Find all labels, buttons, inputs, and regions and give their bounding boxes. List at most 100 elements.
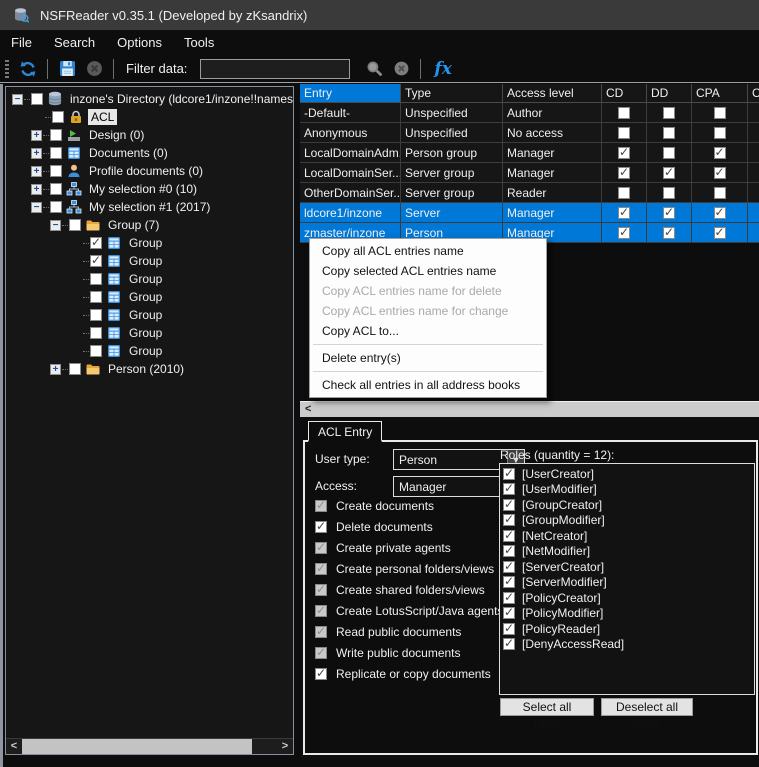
- tree-item-label[interactable]: Group: [126, 325, 165, 341]
- role-item[interactable]: [PolicyModifier]: [500, 606, 754, 622]
- tree-item-label[interactable]: My selection #1 (2017): [86, 199, 213, 215]
- select-all-roles-button[interactable]: Select all roles: [500, 698, 594, 716]
- role-item[interactable]: [DenyAccessRead]: [500, 637, 754, 653]
- dd-checkbox[interactable]: [663, 207, 675, 219]
- refresh-icon[interactable]: [17, 58, 39, 80]
- cpa-checkbox[interactable]: [714, 207, 726, 219]
- cpa-checkbox[interactable]: [714, 227, 726, 239]
- table-row[interactable]: ldcore1/inzoneServerManager: [300, 203, 759, 223]
- context-menu-item[interactable]: Check all entries in all address books: [311, 375, 545, 395]
- tree-item-label[interactable]: Group: [126, 343, 165, 359]
- dd-checkbox[interactable]: [663, 147, 675, 159]
- tree-item-label[interactable]: Group: [126, 289, 165, 305]
- tree-item[interactable]: −Group (7): [6, 216, 293, 234]
- role-item[interactable]: [UserModifier]: [500, 482, 754, 498]
- permission-item[interactable]: Replicate or copy documents: [315, 666, 491, 681]
- column-header[interactable]: Access level: [503, 84, 602, 102]
- column-header[interactable]: CPA: [692, 84, 748, 102]
- role-checkbox[interactable]: [503, 561, 515, 573]
- tree-item[interactable]: +My selection #0 (10): [6, 180, 293, 198]
- tree-item[interactable]: Group: [6, 306, 293, 324]
- tree-item-label[interactable]: Design (0): [86, 127, 147, 143]
- menu-item-search[interactable]: Search: [43, 31, 106, 54]
- menu-item-tools[interactable]: Tools: [173, 31, 225, 54]
- collapse-icon[interactable]: −: [12, 94, 23, 105]
- role-item[interactable]: [UserCreator]: [500, 466, 754, 482]
- table-horizontal-scrollbar[interactable]: <: [300, 401, 759, 417]
- filter-input[interactable]: [200, 59, 350, 79]
- cd-checkbox[interactable]: [618, 147, 630, 159]
- tree-checkbox[interactable]: [90, 273, 102, 285]
- dd-checkbox[interactable]: [663, 227, 675, 239]
- role-item[interactable]: [ServerModifier]: [500, 575, 754, 591]
- role-checkbox[interactable]: [503, 530, 515, 542]
- table-row[interactable]: LocalDomainSer...Server groupManager: [300, 163, 759, 183]
- tree-item-label[interactable]: Profile documents (0): [86, 163, 206, 179]
- cpa-checkbox[interactable]: [714, 187, 726, 199]
- role-checkbox[interactable]: [503, 607, 515, 619]
- dd-checkbox[interactable]: [663, 187, 675, 199]
- cd-checkbox[interactable]: [618, 107, 630, 119]
- role-item[interactable]: [GroupCreator]: [500, 497, 754, 513]
- tree-checkbox[interactable]: [69, 363, 81, 375]
- tree-item-label[interactable]: Group: [126, 307, 165, 323]
- dd-checkbox[interactable]: [663, 127, 675, 139]
- menu-item-file[interactable]: File: [0, 31, 43, 54]
- role-checkbox[interactable]: [503, 592, 515, 604]
- role-checkbox[interactable]: [503, 499, 515, 511]
- tree-item-label[interactable]: Group: [126, 235, 165, 251]
- tree-item-label[interactable]: Group: [126, 253, 165, 269]
- tree-item-label[interactable]: Group: [126, 271, 165, 287]
- cpa-checkbox[interactable]: [714, 147, 726, 159]
- tree-item[interactable]: ACL: [6, 108, 293, 126]
- tree-checkbox[interactable]: [31, 93, 43, 105]
- role-checkbox[interactable]: [503, 638, 515, 650]
- role-checkbox[interactable]: [503, 623, 515, 635]
- role-checkbox[interactable]: [503, 514, 515, 526]
- scrollbar-track[interactable]: [252, 739, 277, 754]
- cpa-checkbox[interactable]: [714, 107, 726, 119]
- tree-item[interactable]: +Person (2010): [6, 360, 293, 378]
- role-checkbox[interactable]: [503, 545, 515, 557]
- tab-acl-entry[interactable]: ACL Entry: [308, 421, 382, 442]
- cd-checkbox[interactable]: [618, 187, 630, 199]
- scroll-left-icon[interactable]: <: [6, 739, 22, 754]
- tree-item[interactable]: Group: [6, 324, 293, 342]
- tree-item[interactable]: + Profile documents (0): [6, 162, 293, 180]
- role-item[interactable]: [NetCreator]: [500, 528, 754, 544]
- cd-checkbox[interactable]: [618, 167, 630, 179]
- dd-checkbox[interactable]: [663, 167, 675, 179]
- cd-checkbox[interactable]: [618, 127, 630, 139]
- role-item[interactable]: [PolicyReader]: [500, 621, 754, 637]
- titlebar[interactable]: NSFReader v0.35.1 (Developed by zKsandri…: [0, 0, 759, 30]
- tree-checkbox[interactable]: [52, 111, 64, 123]
- tree-item[interactable]: Group: [6, 270, 293, 288]
- column-header[interactable]: CD: [602, 84, 647, 102]
- expand-icon[interactable]: +: [31, 166, 42, 177]
- tree-item-label[interactable]: Person (2010): [105, 361, 187, 377]
- column-header[interactable]: Type: [401, 84, 503, 102]
- formula-icon[interactable]: fx: [429, 59, 456, 79]
- column-header[interactable]: C: [748, 84, 759, 102]
- tree-checkbox[interactable]: [50, 183, 62, 195]
- tree-item-label[interactable]: My selection #0 (10): [86, 181, 200, 197]
- toolbar-grip[interactable]: [5, 60, 9, 78]
- tree-checkbox[interactable]: [69, 219, 81, 231]
- save-icon[interactable]: [56, 58, 78, 80]
- tree-item[interactable]: Group: [6, 234, 293, 252]
- tree-item[interactable]: − My selection #1 (2017): [6, 198, 293, 216]
- role-checkbox[interactable]: [503, 576, 515, 588]
- menu-item-options[interactable]: Options: [106, 31, 173, 54]
- tree-checkbox[interactable]: [90, 345, 102, 357]
- scrollbar-thumb[interactable]: [22, 739, 252, 754]
- role-item[interactable]: [ServerCreator]: [500, 559, 754, 575]
- role-checkbox[interactable]: [503, 468, 515, 480]
- expand-icon[interactable]: +: [31, 148, 42, 159]
- tree-item[interactable]: Group: [6, 342, 293, 360]
- table-row[interactable]: AnonymousUnspecifiedNo access: [300, 123, 759, 143]
- role-item[interactable]: [GroupModifier]: [500, 513, 754, 529]
- roles-listbox[interactable]: [UserCreator][UserModifier][GroupCreator…: [499, 463, 755, 695]
- role-item[interactable]: [PolicyCreator]: [500, 590, 754, 606]
- collapse-icon[interactable]: −: [31, 202, 42, 213]
- column-header[interactable]: Entry: [300, 84, 401, 102]
